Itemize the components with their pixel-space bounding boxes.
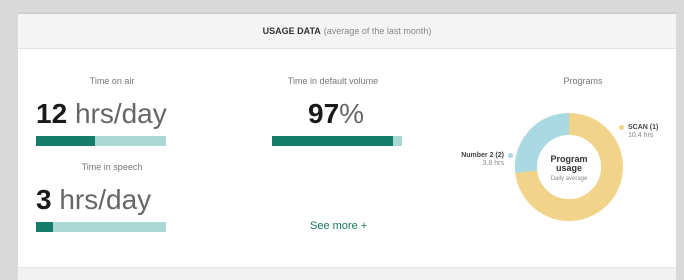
- time-in-speech-number: 3: [36, 184, 52, 215]
- usage-data-subtitle: (average of the last month): [323, 26, 432, 36]
- default-volume-bar-fill: [272, 136, 393, 146]
- legend-scan-name: SCAN (1): [628, 124, 659, 131]
- time-in-speech-value: 3 hrs/day: [36, 184, 151, 216]
- donut-center-subtitle: Daily average: [551, 176, 588, 182]
- legend-scan-value: 10.4 hrs: [628, 132, 654, 139]
- legend-scan: SCAN (1) 10.4 hrs: [619, 124, 674, 140]
- usage-data-header: USAGE DATA (average of the last month): [18, 14, 676, 49]
- time-in-speech-unit: hrs/day: [59, 184, 152, 215]
- programs-label: Programs: [563, 76, 603, 86]
- legend-number-2-dot: [508, 153, 513, 158]
- time-on-air-value: 12 hrs/day: [36, 98, 167, 130]
- time-on-air-number: 12: [36, 98, 68, 129]
- card-footer: [18, 267, 676, 280]
- default-volume-value: 97%: [308, 98, 364, 130]
- default-volume-bar: [272, 136, 402, 146]
- legend-number-2-value: 3.8 hrs: [482, 160, 504, 167]
- time-on-air-bar-fill: [36, 136, 95, 146]
- default-volume-number: 97: [308, 98, 340, 129]
- usage-data-card: USAGE DATA (average of the last month) T…: [18, 12, 676, 280]
- default-volume-unit: %: [339, 98, 365, 129]
- program-usage-donut: Program usage Daily average: [515, 113, 623, 221]
- see-more-link[interactable]: See more +: [310, 220, 367, 232]
- time-on-air-unit: hrs/day: [74, 98, 167, 129]
- time-in-speech-bar-fill: [36, 222, 53, 232]
- donut-center-title-line2: usage: [556, 163, 582, 173]
- time-in-speech-label: Time in speech: [81, 162, 143, 172]
- time-in-speech-bar: [36, 222, 166, 232]
- time-on-air-bar: [36, 136, 166, 146]
- legend-number-2-name: Number 2 (2): [461, 152, 504, 159]
- default-volume-label: Time in default volume: [287, 76, 379, 86]
- time-on-air-label: Time on air: [89, 76, 135, 86]
- usage-data-title: USAGE DATA: [262, 26, 321, 36]
- legend-scan-dot: [619, 125, 624, 130]
- legend-number-2: Number 2 (2) 3.8 hrs: [448, 152, 513, 168]
